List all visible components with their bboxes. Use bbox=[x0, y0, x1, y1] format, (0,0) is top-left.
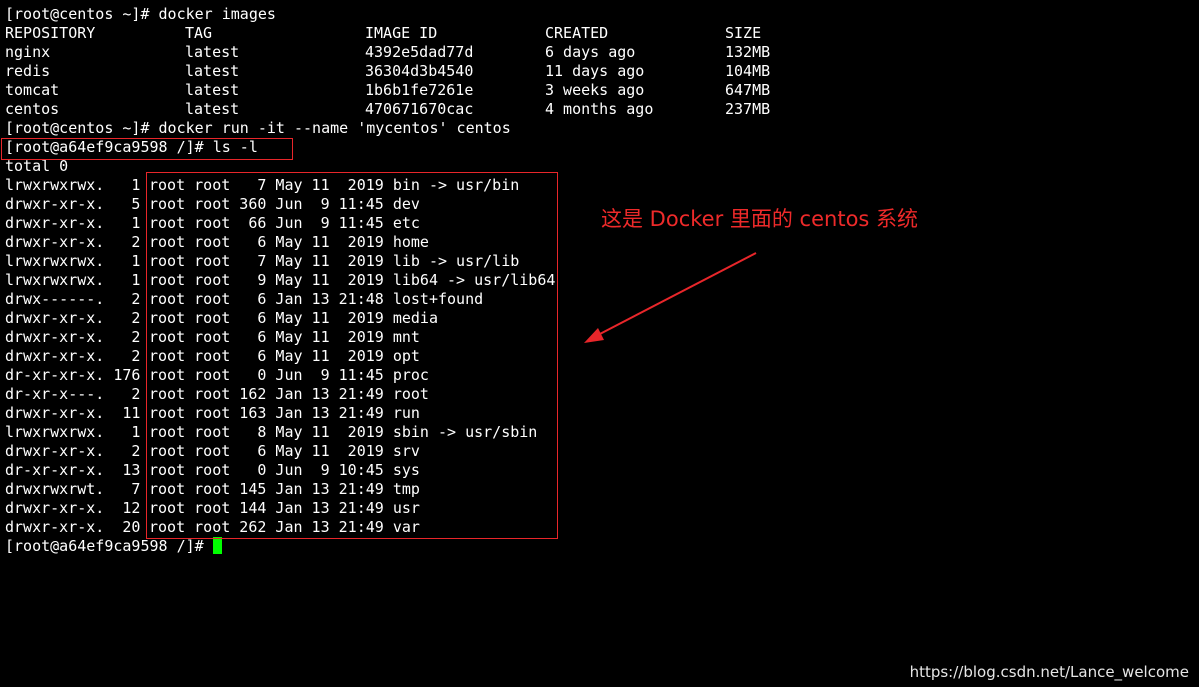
annotation-arrow-icon bbox=[584, 252, 757, 343]
watermark-url: https://blog.csdn.net/Lance_welcome bbox=[909, 663, 1189, 681]
annotation-label: 这是 Docker 里面的 centos 系统 bbox=[601, 207, 919, 231]
